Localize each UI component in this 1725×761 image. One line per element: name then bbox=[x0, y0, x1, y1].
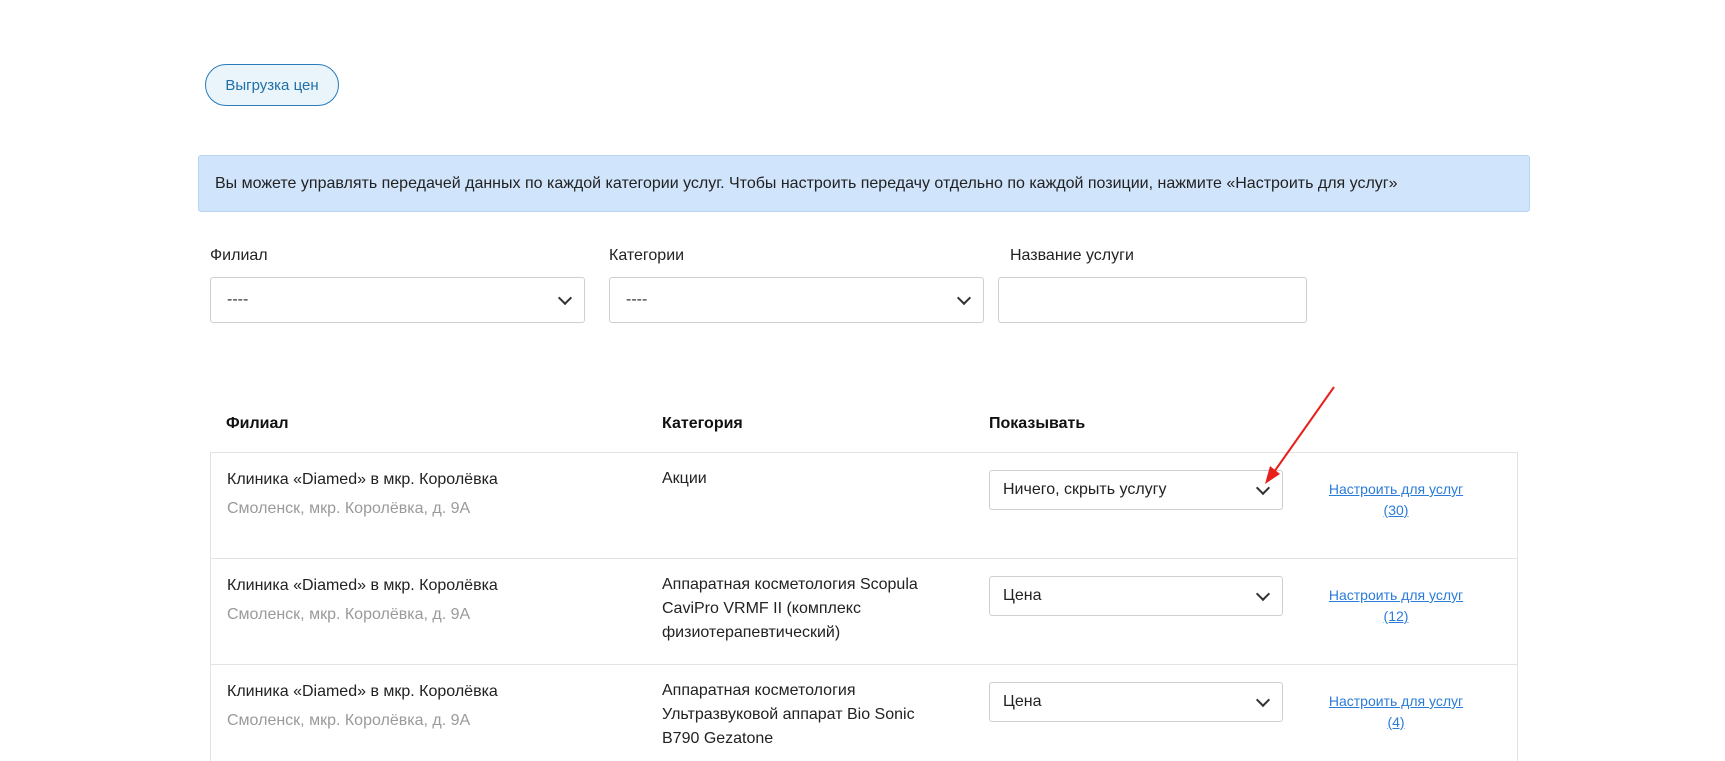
configure-services-link-count: (4) bbox=[1387, 714, 1405, 730]
filter-branch-value: ---- bbox=[227, 291, 249, 308]
filter-service-label: Название услуги bbox=[1010, 247, 1134, 264]
row-branch-address: Смоленск, мкр. Королёвка, д. 9А bbox=[227, 712, 471, 729]
filter-service-input[interactable] bbox=[998, 277, 1307, 323]
column-header-category: Категория bbox=[662, 415, 743, 432]
export-prices-button[interactable]: Выгрузка цен bbox=[205, 64, 339, 106]
services-table: Клиника «Diamed» в мкр. Королёвка Смолен… bbox=[210, 452, 1518, 761]
row-show-value: Цена bbox=[1003, 693, 1042, 710]
filter-branch-label: Филиал bbox=[210, 247, 268, 264]
filter-branch-select[interactable]: ---- bbox=[210, 277, 585, 323]
configure-services-link-label: Настроить для услуг bbox=[1328, 693, 1464, 709]
row-category: Аппаратная косметология Ультразвуковой а… bbox=[662, 682, 915, 747]
row-branch-name: Клиника «Diamed» в мкр. Королёвка bbox=[227, 683, 498, 700]
configure-services-link[interactable]: Настроить для услуг (12) bbox=[1321, 585, 1471, 627]
configure-services-link-count: (30) bbox=[1383, 502, 1409, 518]
row-branch-name: Клиника «Diamed» в мкр. Королёвка bbox=[227, 471, 498, 488]
filter-category-value: ---- bbox=[626, 291, 648, 308]
chevron-down-icon bbox=[1255, 480, 1271, 496]
column-header-branch: Филиал bbox=[226, 415, 289, 432]
row-show-select[interactable]: Цена bbox=[989, 576, 1283, 616]
chevron-down-icon bbox=[956, 290, 972, 306]
row-show-value: Ничего, скрыть услугу bbox=[1003, 481, 1167, 498]
configure-services-link-count: (12) bbox=[1383, 608, 1409, 624]
row-branch-name: Клиника «Diamed» в мкр. Королёвка bbox=[227, 577, 498, 594]
column-header-show: Показывать bbox=[989, 415, 1086, 432]
chevron-down-icon bbox=[1255, 586, 1271, 602]
chevron-down-icon bbox=[557, 290, 573, 306]
info-banner: Вы можете управлять передачей данных по … bbox=[198, 155, 1530, 212]
info-banner-text: Вы можете управлять передачей данных по … bbox=[215, 174, 1398, 192]
filter-category-select[interactable]: ---- bbox=[609, 277, 984, 323]
table-row: Клиника «Diamed» в мкр. Королёвка Смолен… bbox=[211, 665, 1517, 761]
row-show-value: Цена bbox=[1003, 587, 1042, 604]
row-category: Аппаратная косметология Scopula CaviPro … bbox=[662, 576, 918, 641]
configure-services-link[interactable]: Настроить для услуг (4) bbox=[1321, 691, 1471, 733]
table-row: Клиника «Diamed» в мкр. Королёвка Смолен… bbox=[211, 453, 1517, 559]
configure-services-link[interactable]: Настроить для услуг (30) bbox=[1321, 479, 1471, 521]
row-category: Акции bbox=[662, 470, 707, 487]
row-show-select[interactable]: Ничего, скрыть услугу bbox=[989, 470, 1283, 510]
filter-category-label: Категории bbox=[609, 247, 685, 264]
row-show-select[interactable]: Цена bbox=[989, 682, 1283, 722]
configure-services-link-label: Настроить для услуг bbox=[1328, 587, 1464, 603]
row-branch-address: Смоленск, мкр. Королёвка, д. 9А bbox=[227, 500, 471, 517]
table-row: Клиника «Diamed» в мкр. Королёвка Смолен… bbox=[211, 559, 1517, 665]
row-branch-address: Смоленск, мкр. Королёвка, д. 9А bbox=[227, 606, 471, 623]
page: Выгрузка цен Вы можете управлять передач… bbox=[0, 0, 1725, 761]
chevron-down-icon bbox=[1255, 692, 1271, 708]
configure-services-link-label: Настроить для услуг bbox=[1328, 481, 1464, 497]
